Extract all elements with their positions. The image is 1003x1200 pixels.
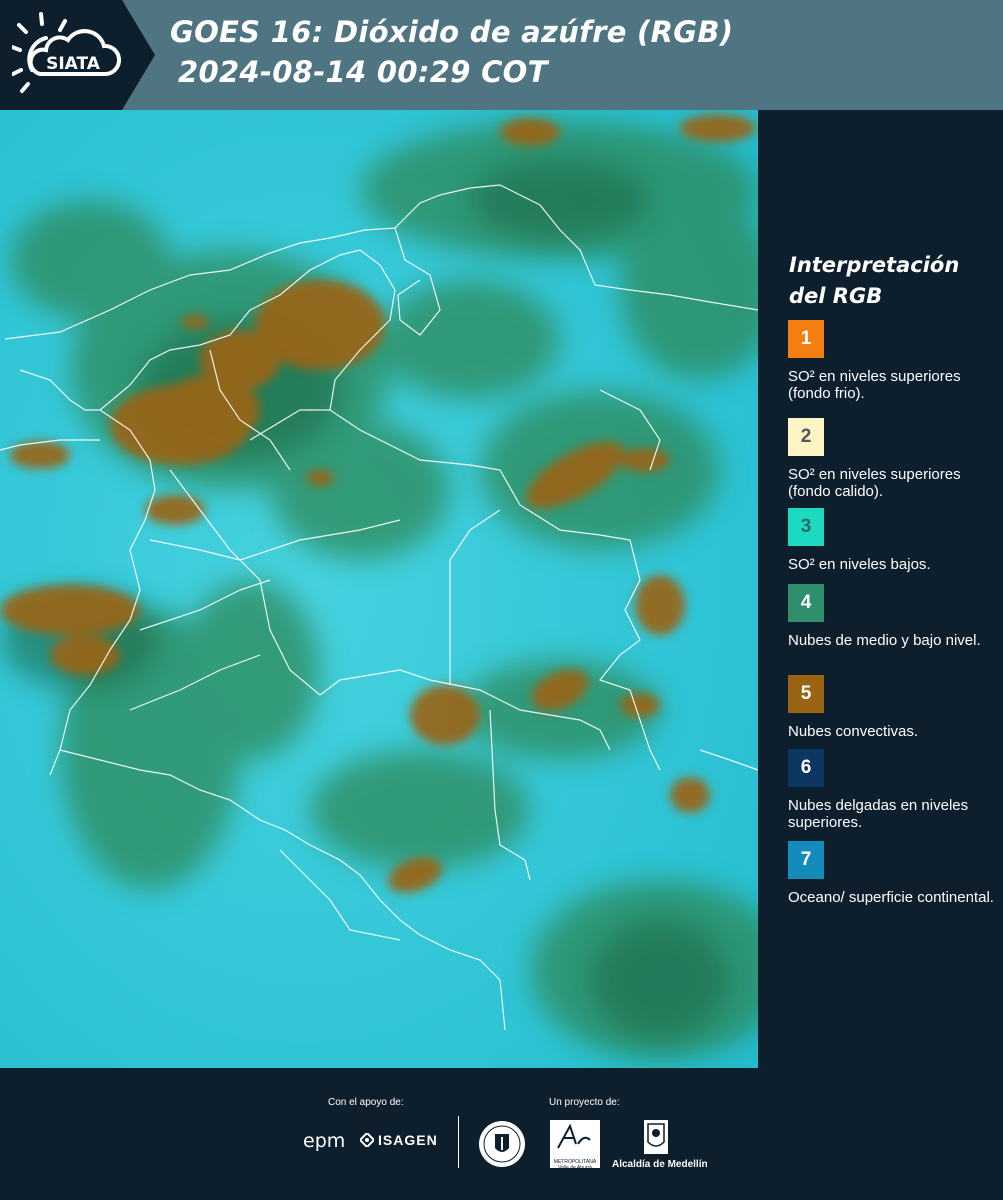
legend-item-7: 7 Oceano/ superficie continental.: [788, 841, 998, 906]
footer: Con el apoyo de: Un proyecto de: epm ISA…: [0, 1068, 1003, 1200]
alcaldia-text: Alcaldía de Medellín: [612, 1159, 708, 1170]
legend-label-6: Nubes delgadas en niveles superiores.: [788, 797, 969, 831]
area-line2: Valle de Aburrá: [558, 1165, 592, 1171]
legend-label-1: SO² en niveles superiores (fondo frio).: [788, 368, 961, 402]
legend-title: Interpretación del RGB: [789, 253, 960, 308]
legend-swatch-5: 5: [788, 675, 824, 713]
legend-label-2: SO² en niveles superiores (fondo calido)…: [788, 466, 961, 500]
legend-swatch-3: 3: [788, 508, 824, 546]
legend-label-4: Nubes de medio y bajo nivel.: [788, 632, 981, 649]
isagen-mark-icon: [358, 1131, 376, 1149]
alcaldia-crest-icon: [642, 1118, 670, 1161]
legend-label-3: SO² en niveles bajos.: [788, 556, 931, 573]
project-label: Un proyecto de:: [549, 1097, 620, 1108]
isagen-logo: ISAGEN: [358, 1131, 438, 1149]
legend-swatch-2: 2: [788, 418, 824, 456]
page-timestamp: 2024-08-14 00:29 COT: [178, 55, 548, 89]
legend-swatch-4: 4: [788, 584, 824, 622]
footer-divider: [458, 1116, 459, 1168]
legend-item-2: 2 SO² en niveles superiores (fondo calid…: [788, 418, 998, 500]
legend-swatch-6: 6: [788, 749, 824, 787]
legend-item-4: 4 Nubes de medio y bajo nivel.: [788, 584, 998, 649]
legend-label-7: Oceano/ superficie continental.: [788, 889, 994, 906]
siata-logo: SIATA: [10, 10, 132, 100]
support-label: Con el apoyo de:: [328, 1097, 404, 1108]
page-title: GOES 16: Dióxido de azúfre (RGB): [170, 15, 734, 49]
legend-panel: Interpretación del RGB 1 SO² en niveles …: [760, 110, 1003, 1068]
siata-logo-text: SIATA: [46, 54, 101, 74]
legend-item-1: 1 SO² en niveles superiores (fondo frio)…: [788, 320, 998, 402]
area-metropolitana-logo: METROPOLITANA Valle de Aburrá: [550, 1120, 600, 1171]
legend-swatch-1: 1: [788, 320, 824, 358]
legend-swatch-7: 7: [788, 841, 824, 879]
medellin-seal-icon: [478, 1120, 526, 1173]
legend-item-3: 3 SO² en niveles bajos.: [788, 508, 998, 573]
isagen-text: ISAGEN: [378, 1132, 438, 1148]
satellite-map: [0, 110, 758, 1068]
legend-label-5: Nubes convectivas.: [788, 723, 919, 740]
epm-logo: epm: [303, 1130, 346, 1152]
header-bar: SIATA GOES 16: Dióxido de azúfre (RGB) 2…: [0, 0, 1003, 110]
legend-item-6: 6 Nubes delgadas en niveles superiores.: [788, 749, 998, 831]
legend-item-5: 5 Nubes convectivas.: [788, 675, 998, 740]
